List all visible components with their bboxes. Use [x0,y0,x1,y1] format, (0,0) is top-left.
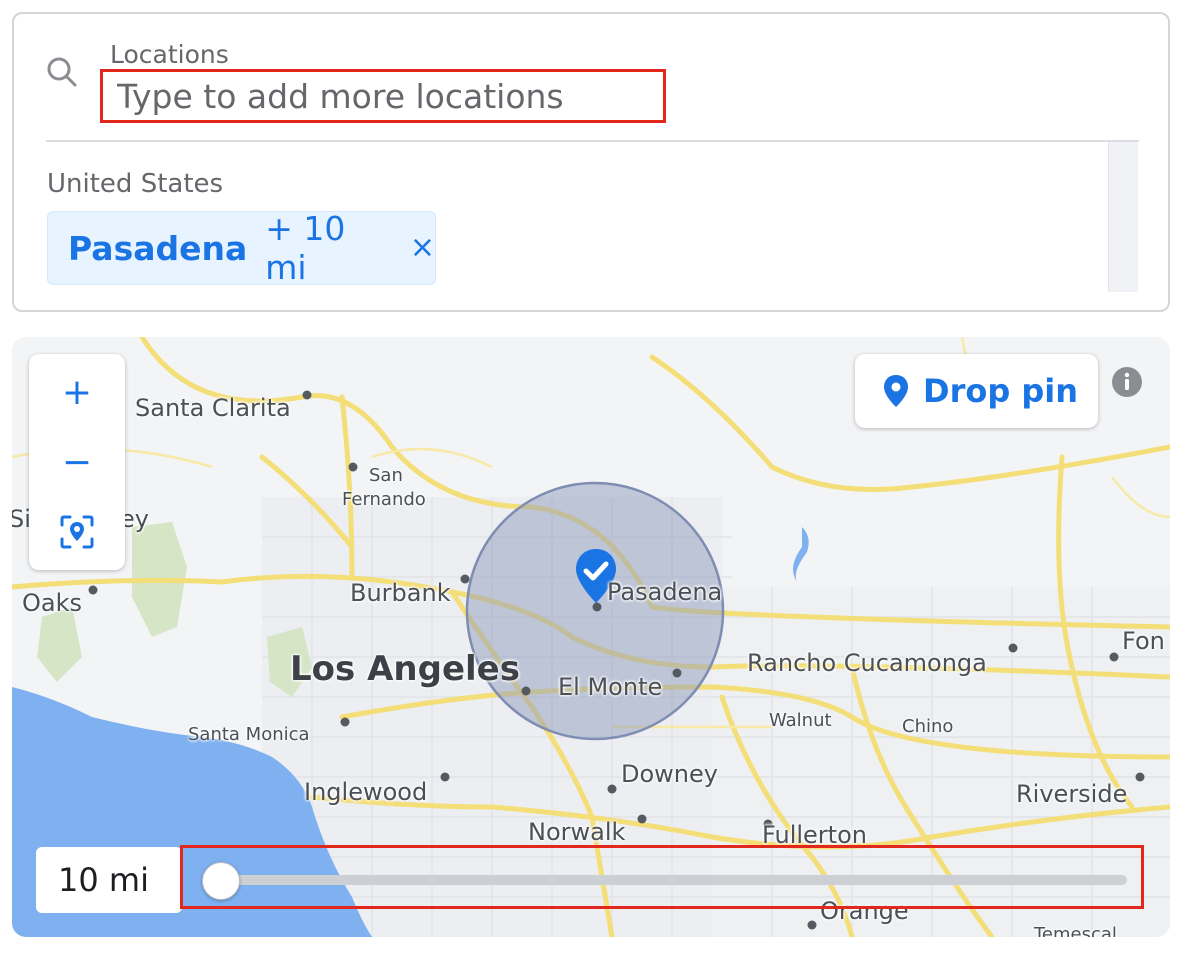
zoom-controls: + − [29,354,125,570]
locations-search-input[interactable] [100,69,666,123]
locations-label: Locations [110,40,229,69]
radius-slider-track[interactable] [213,875,1127,885]
place-label: Chino [902,716,954,737]
zoom-in-button[interactable]: + [29,362,125,422]
place-label: Fernando [342,489,426,510]
place-label: Walnut [769,710,832,731]
locate-button[interactable] [29,502,125,562]
scrollbar[interactable] [1108,142,1138,292]
radius-value: 10 mi [36,847,182,913]
zoom-out-button[interactable]: − [29,432,125,492]
place-label: Inglewood [304,778,428,806]
place-label: Downey [621,760,718,788]
place-label: Norwalk [528,818,626,846]
place-label: Fon [1122,627,1165,655]
place-label: Burbank [350,579,451,607]
locate-icon [60,515,94,549]
place-label: Santa Clarita [135,394,291,422]
radius-slider-thumb[interactable] [202,862,240,900]
chip-location-name: Pasadena [68,228,248,268]
country-label: United States [47,169,224,199]
locations-card: Locations United States Pasadena + 10 mi… [12,12,1170,312]
place-label: Oaks [22,589,82,617]
chip-radius: + 10 mi [265,209,346,287]
place-label: Los Angeles [290,649,520,689]
place-label: El Monte [558,673,663,701]
place-label: Pasadena [607,578,723,606]
map-view[interactable]: Santa Clarita San Fernando Si ey Oaks Bu… [12,337,1170,937]
place-label: Santa Monica [188,724,310,745]
place-label: Riverside [1016,780,1128,808]
divider [46,140,1139,142]
info-icon[interactable] [1111,366,1143,398]
place-label: Temescal [1034,924,1117,937]
place-label: San [369,465,403,486]
map-pin-icon [884,375,908,407]
drop-pin-button[interactable]: Drop pin [855,354,1098,428]
close-icon[interactable]: × [410,233,435,263]
radius-text: 10 mi [58,861,149,899]
place-label: Rancho Cucamonga [747,649,987,677]
location-chip-pasadena[interactable]: Pasadena + 10 mi × [47,209,436,287]
drop-pin-label: Drop pin [923,372,1079,410]
radius-slider-highlight [180,845,1144,909]
search-icon [47,57,77,87]
